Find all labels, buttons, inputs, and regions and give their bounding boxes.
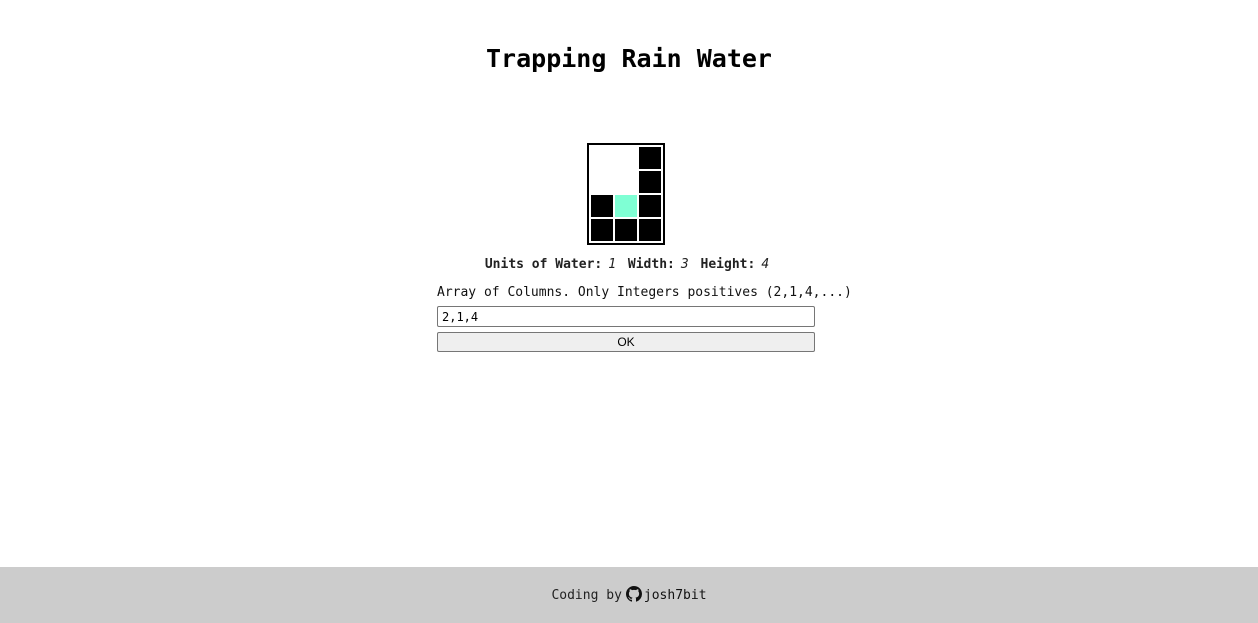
stats-bar: Units of Water: 1 Width: 3 Height: 4 bbox=[0, 257, 1258, 273]
water-units-value: 1 bbox=[608, 257, 617, 272]
column-block bbox=[639, 195, 661, 217]
width-value: 3 bbox=[680, 257, 689, 272]
footer-prefix: Coding by bbox=[551, 588, 622, 603]
column-block bbox=[615, 219, 637, 241]
height-value: 4 bbox=[761, 257, 770, 272]
height-label: Height: bbox=[700, 257, 756, 272]
page-title: Trapping Rain Water bbox=[486, 44, 772, 73]
column-block bbox=[591, 219, 613, 241]
water-cell bbox=[615, 195, 637, 217]
columns-input-label: Array of Columns. Only Integers positive… bbox=[437, 285, 852, 300]
page: Trapping Rain Water Units of Water: 1 Wid… bbox=[0, 0, 1258, 623]
column-block bbox=[639, 147, 661, 169]
column-block bbox=[591, 195, 613, 217]
footer: Coding by josh7bit bbox=[0, 567, 1258, 623]
ok-button[interactable]: OK bbox=[437, 332, 815, 352]
column-block bbox=[639, 219, 661, 241]
github-icon bbox=[625, 586, 642, 602]
water-units-label: Units of Water: bbox=[484, 257, 603, 272]
width-label: Width: bbox=[627, 257, 675, 272]
author-link[interactable]: josh7bit bbox=[644, 588, 707, 603]
water-grid bbox=[587, 143, 665, 245]
column-block bbox=[639, 171, 661, 193]
columns-input[interactable] bbox=[437, 306, 815, 327]
footer-credit: Coding by josh7bit bbox=[0, 586, 1258, 605]
